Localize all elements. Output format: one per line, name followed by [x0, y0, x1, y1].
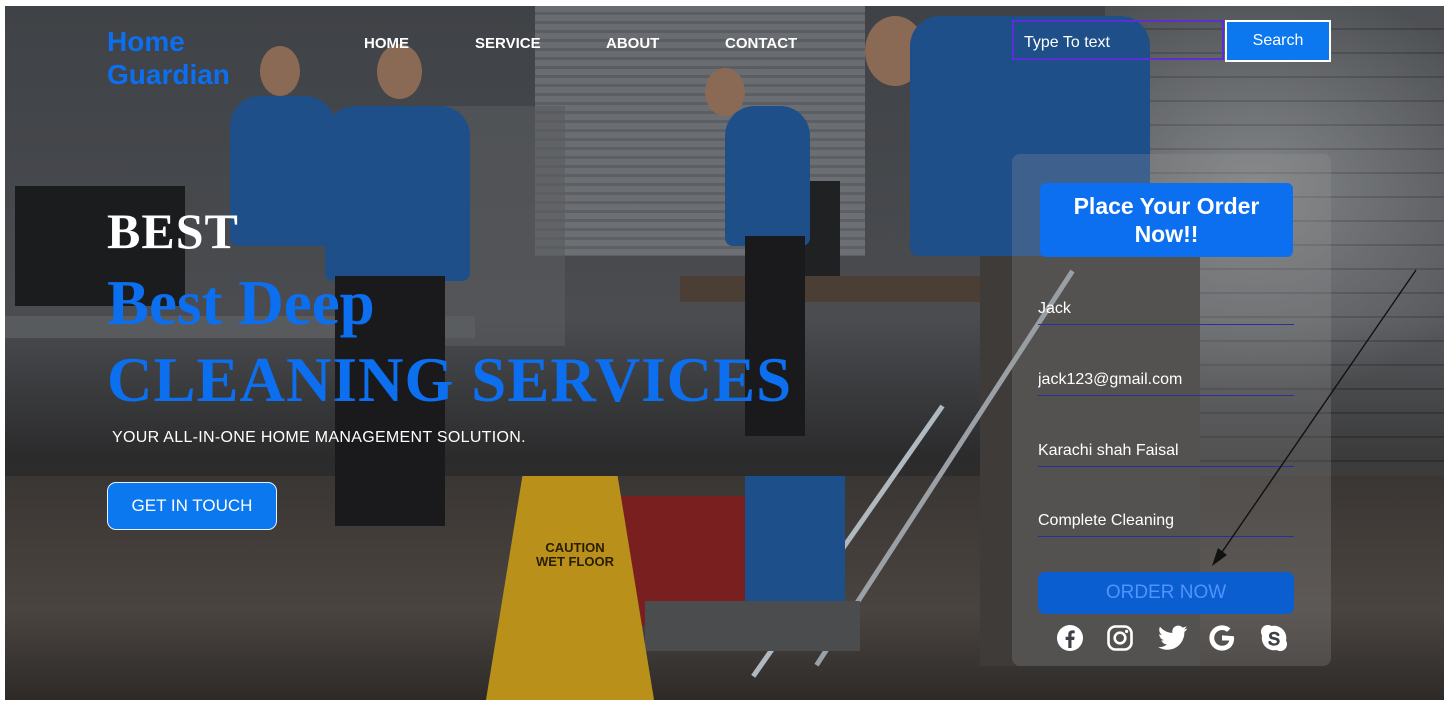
instagram-icon[interactable]	[1103, 621, 1137, 655]
caution-sign-text: CAUTION WET FLOOR	[535, 541, 615, 569]
site-logo[interactable]: Home Guardian	[107, 25, 230, 91]
logo-line1: Home	[107, 26, 185, 57]
search-input[interactable]	[1012, 20, 1224, 60]
nav-about[interactable]: ABOUT	[606, 35, 659, 52]
hero-headline-line2: CLEANING SERVICES	[107, 345, 793, 415]
nav-contact[interactable]: CONTACT	[725, 35, 797, 52]
nav-home[interactable]: HOME	[364, 35, 409, 52]
facebook-icon[interactable]	[1053, 621, 1087, 655]
twitter-icon[interactable]	[1156, 621, 1190, 655]
worker	[725, 106, 810, 246]
search-button[interactable]: Search	[1225, 20, 1331, 62]
worker-head	[377, 44, 422, 99]
email-field[interactable]	[1038, 364, 1294, 396]
worker	[230, 96, 335, 246]
google-icon[interactable]	[1205, 621, 1239, 655]
order-now-button[interactable]: ORDER NOW	[1038, 572, 1294, 614]
hero-background: CAUTION WET FLOOR Home Guardian HOME SER…	[5, 6, 1444, 700]
service-field[interactable]	[1038, 505, 1294, 537]
address-field[interactable]	[1038, 435, 1294, 467]
name-field[interactable]	[1038, 293, 1294, 325]
get-in-touch-button[interactable]: GET IN TOUCH	[107, 482, 277, 530]
worker-head	[705, 68, 745, 116]
caution-sign-line2: WET FLOOR	[536, 554, 614, 569]
order-form-title: Place Your Order Now!!	[1040, 183, 1293, 257]
desk	[680, 276, 1010, 302]
skype-icon[interactable]	[1257, 621, 1291, 655]
cleaning-cart	[645, 601, 860, 651]
hero-headline-line1: Best Deep	[107, 268, 375, 338]
logo-line2: Guardian	[107, 59, 230, 90]
worker	[325, 106, 470, 281]
cleaning-bucket	[745, 476, 845, 616]
worker-head	[260, 46, 300, 96]
hero-subtitle: YOUR ALL-IN-ONE HOME MANAGEMENT SOLUTION…	[112, 429, 526, 446]
caution-sign-line1: CAUTION	[545, 540, 605, 555]
nav-service[interactable]: SERVICE	[475, 35, 541, 52]
hero-kicker: BEST	[107, 203, 239, 259]
